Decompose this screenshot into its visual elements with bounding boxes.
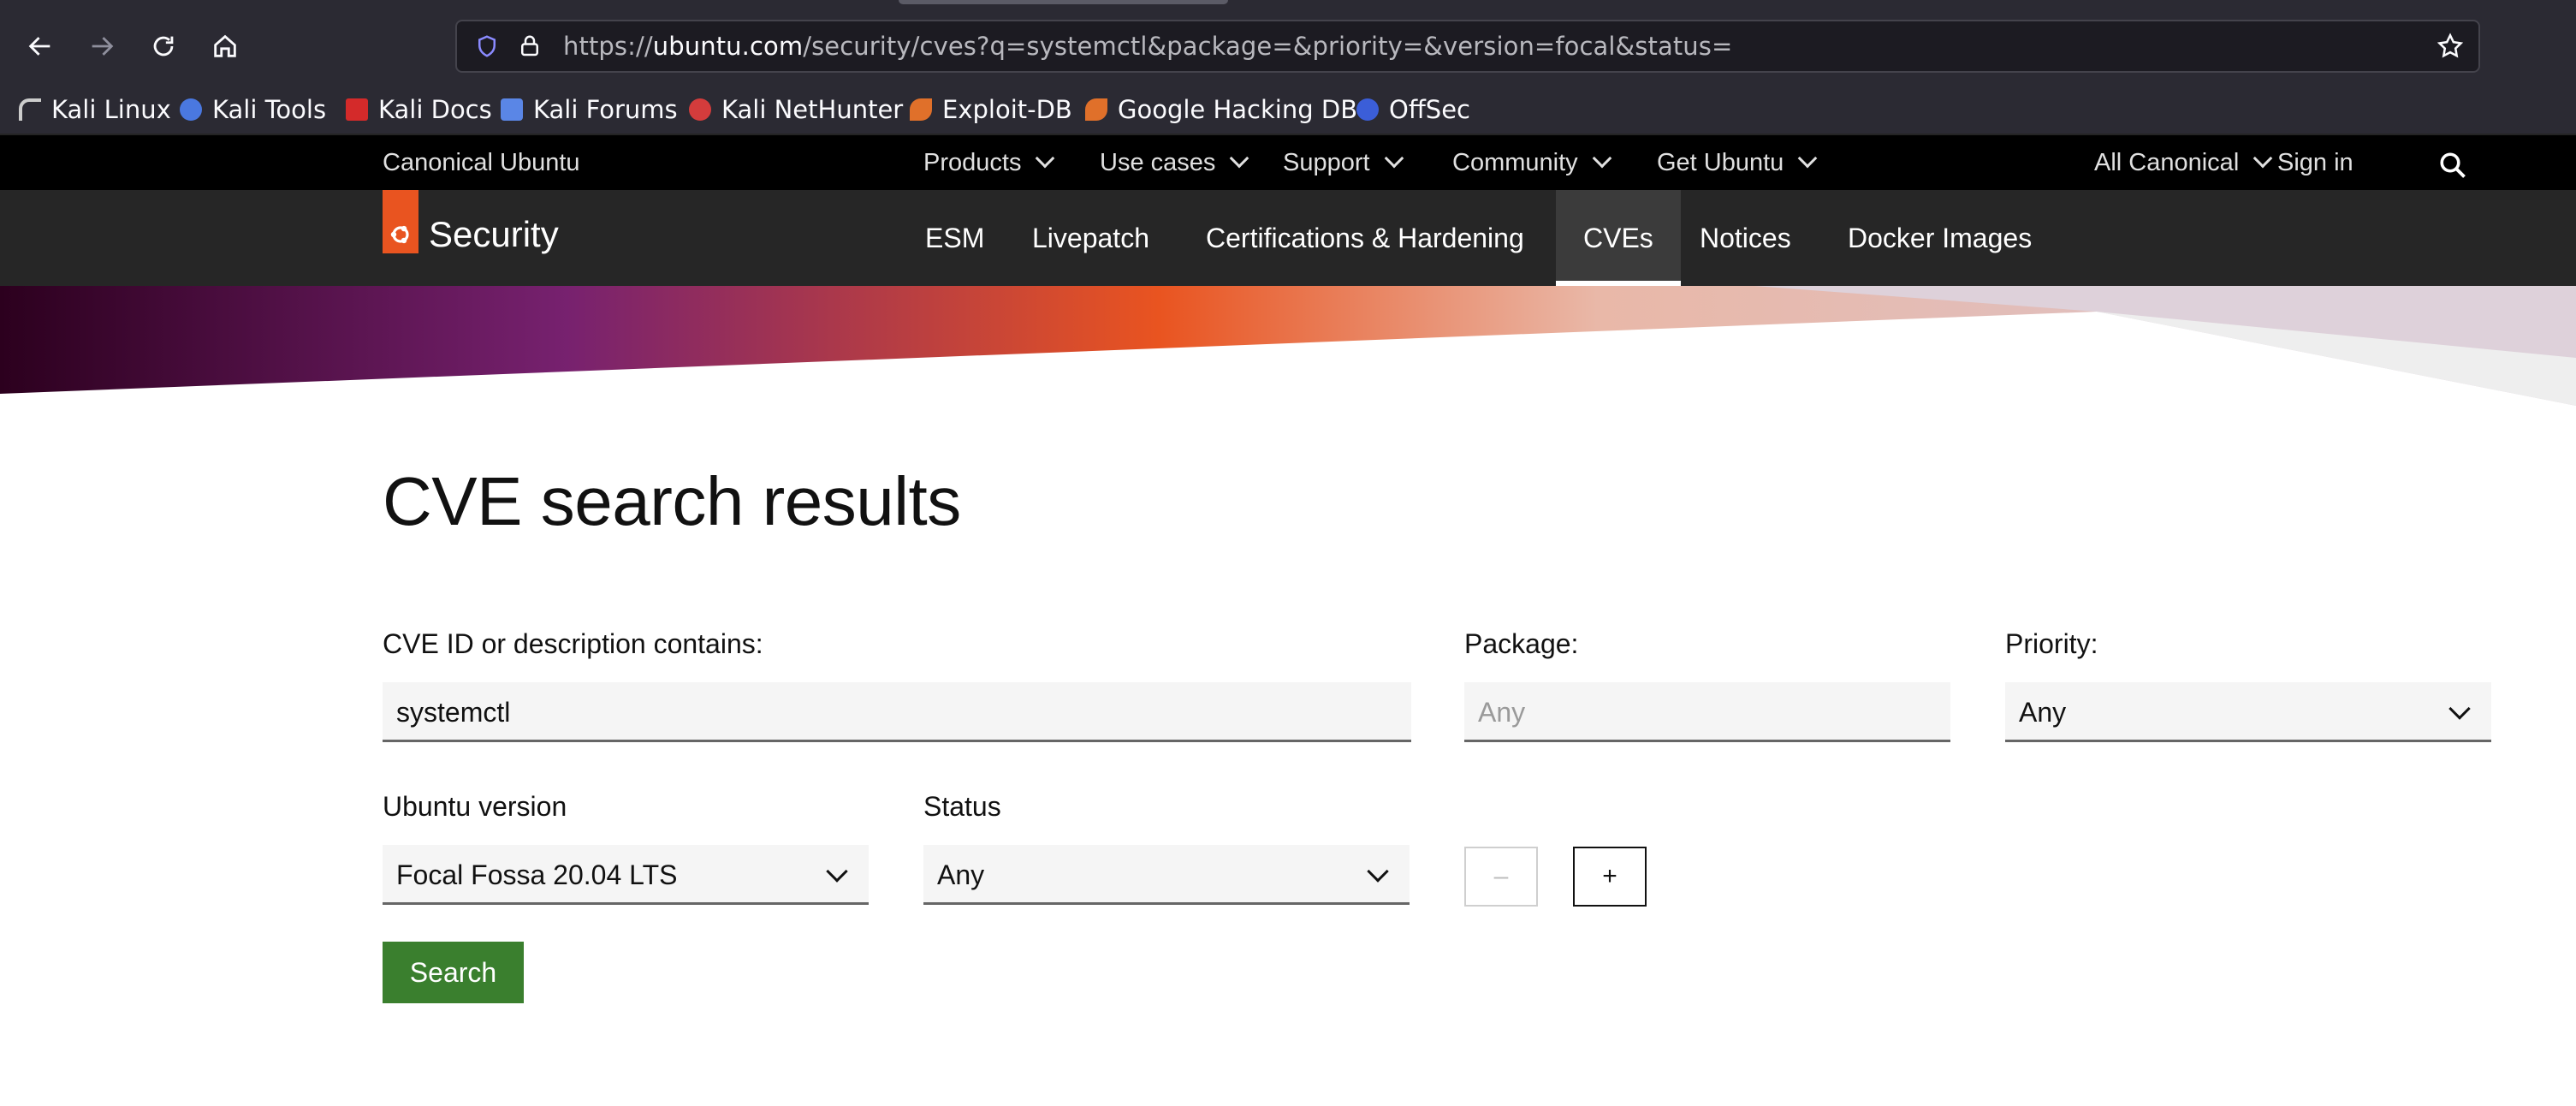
tab-livepatch[interactable]: Livepatch bbox=[1032, 190, 1149, 286]
chevron-down-icon bbox=[1592, 148, 1611, 169]
arrow-left-icon bbox=[28, 37, 50, 56]
url-text[interactable]: https://ubuntu.com/security/cves?q=syste… bbox=[563, 21, 1732, 71]
nav-support[interactable]: Support bbox=[1283, 135, 1404, 190]
home-icon bbox=[214, 34, 236, 57]
kali-dragon-icon bbox=[19, 98, 41, 121]
exploit-db-icon bbox=[910, 98, 932, 121]
chevron-down-icon bbox=[1384, 148, 1404, 169]
active-tab-indicator[interactable] bbox=[899, 0, 1228, 4]
status-label: Status bbox=[923, 791, 1001, 822]
kali-nethunter-icon bbox=[689, 98, 711, 121]
priority-select[interactable]: Any bbox=[2005, 682, 2491, 742]
nav-products[interactable]: Products bbox=[923, 135, 1055, 190]
tab-cves[interactable]: CVEs bbox=[1556, 190, 1681, 286]
chevron-down-icon bbox=[1798, 148, 1818, 169]
bookmark-kali-forums[interactable]: Kali Forums bbox=[501, 86, 678, 134]
nav-get-ubuntu[interactable]: Get Ubuntu bbox=[1657, 135, 1818, 190]
ghdb-icon bbox=[1085, 98, 1107, 121]
nav-use-cases[interactable]: Use cases bbox=[1100, 135, 1249, 190]
query-label: CVE ID or description contains: bbox=[383, 628, 763, 659]
cve-query-input[interactable]: systemctl bbox=[383, 682, 1411, 742]
ubuntu-logo-icon[interactable] bbox=[383, 190, 418, 253]
reload-button[interactable] bbox=[143, 26, 184, 67]
section-title[interactable]: Security bbox=[429, 214, 559, 255]
bookmark-kali-tools[interactable]: Kali Tools bbox=[180, 86, 326, 134]
chevron-down-icon bbox=[1036, 148, 1055, 169]
chevron-down-icon bbox=[2253, 148, 2273, 169]
ubuntu-version-select[interactable]: Focal Fossa 20.04 LTS bbox=[383, 845, 869, 905]
package-label: Package: bbox=[1464, 628, 1579, 659]
priority-label: Priority: bbox=[2005, 628, 2098, 659]
bookmark-star-icon[interactable] bbox=[2436, 32, 2465, 61]
sign-in-link[interactable]: Sign in bbox=[2277, 135, 2353, 190]
bookmarks-bar: Kali Linux Kali Tools Kali Docs Kali For… bbox=[0, 86, 2576, 134]
package-input[interactable]: Any bbox=[1464, 682, 1950, 742]
search-icon[interactable] bbox=[2437, 146, 2468, 180]
browser-toolbar: https://ubuntu.com/security/cves?q=syste… bbox=[0, 0, 2576, 86]
kali-docs-icon bbox=[346, 98, 368, 121]
back-button[interactable] bbox=[20, 26, 61, 67]
global-nav: Canonical Ubuntu Products Use cases Supp… bbox=[0, 134, 2576, 190]
tab-notices[interactable]: Notices bbox=[1700, 190, 1791, 286]
forward-button[interactable] bbox=[81, 26, 122, 67]
lock-icon[interactable] bbox=[517, 33, 543, 59]
url-bar[interactable]: https://ubuntu.com/security/cves?q=syste… bbox=[455, 20, 2480, 73]
tab-certifications-hardening[interactable]: Certifications & Hardening bbox=[1206, 190, 1524, 286]
add-version-button[interactable]: + bbox=[1573, 847, 1647, 907]
offsec-icon bbox=[1356, 98, 1379, 121]
tab-docker-images[interactable]: Docker Images bbox=[1848, 190, 2032, 286]
page-title: CVE search results bbox=[383, 463, 961, 539]
home-button[interactable] bbox=[205, 26, 246, 67]
nav-community[interactable]: Community bbox=[1452, 135, 1611, 190]
search-button[interactable]: Search bbox=[383, 942, 524, 1003]
bookmark-kali-nethunter[interactable]: Kali NetHunter bbox=[689, 86, 903, 134]
security-subnav: Security ESM Livepatch Certifications & … bbox=[0, 190, 2576, 286]
remove-version-button[interactable]: – bbox=[1464, 847, 1538, 907]
kali-forums-icon bbox=[501, 98, 523, 121]
version-label: Ubuntu version bbox=[383, 791, 567, 822]
bookmark-exploit-db[interactable]: Exploit-DB bbox=[910, 86, 1072, 134]
nav-all-canonical[interactable]: All Canonical bbox=[2094, 135, 2273, 190]
canonical-ubuntu-link[interactable]: Canonical Ubuntu bbox=[383, 135, 580, 190]
tracking-shield-icon[interactable] bbox=[474, 33, 500, 59]
bookmark-kali-linux[interactable]: Kali Linux bbox=[19, 86, 171, 134]
chevron-down-icon bbox=[1230, 148, 1249, 169]
hero-suru-band bbox=[0, 286, 2576, 406]
bookmark-kali-docs[interactable]: Kali Docs bbox=[346, 86, 492, 134]
bookmark-google-hacking-db[interactable]: Google Hacking DB bbox=[1085, 86, 1357, 134]
tab-esm[interactable]: ESM bbox=[925, 190, 984, 286]
bookmark-offsec[interactable]: OffSec bbox=[1356, 86, 1470, 134]
reload-icon bbox=[153, 36, 174, 56]
chevron-down-icon bbox=[1367, 860, 1389, 883]
arrow-right-icon bbox=[92, 37, 114, 56]
chevron-down-icon bbox=[826, 860, 848, 883]
kali-tools-icon bbox=[180, 98, 202, 121]
chevron-down-icon bbox=[2448, 698, 2471, 720]
status-select[interactable]: Any bbox=[923, 845, 1410, 905]
